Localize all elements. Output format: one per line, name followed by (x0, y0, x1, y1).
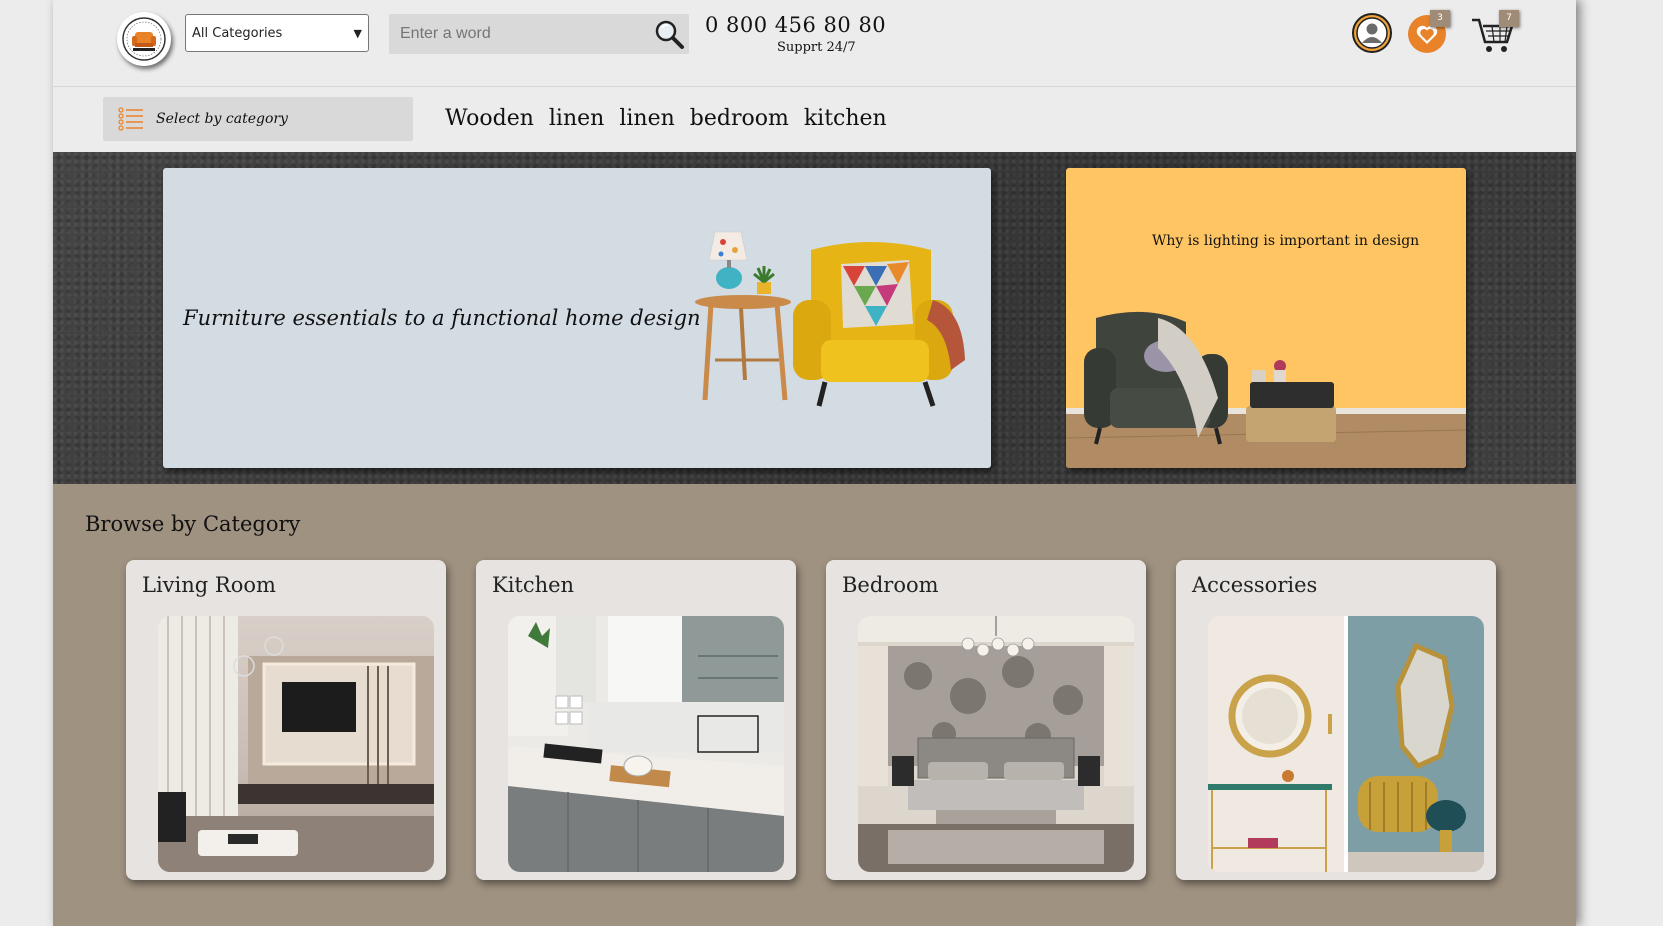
select-by-category-label: Select by category (156, 111, 288, 127)
accessories-illustration (1208, 616, 1484, 872)
hero-banner-side[interactable]: Why is lighting is important in design (1066, 168, 1466, 468)
category-card-title: Kitchen (492, 573, 575, 597)
living-room-image (158, 616, 434, 872)
category-card-title: Bedroom (842, 573, 939, 597)
browse-section: Browse by Category Living Room Kitchen B… (53, 484, 1576, 926)
cart-button[interactable]: 7 (1470, 10, 1522, 56)
select-by-category-button[interactable]: Select by category (103, 97, 413, 141)
hero-banner-main-text: Furniture essentials to a functional hom… (183, 306, 701, 330)
company-logo[interactable] (117, 12, 171, 66)
search-icon[interactable] (653, 18, 685, 50)
category-card-accessories[interactable]: Accessories (1176, 560, 1496, 880)
browse-title: Browse by Category (85, 512, 301, 536)
search-input[interactable] (398, 24, 642, 44)
cart-count-badge: 7 (1499, 10, 1519, 27)
category-select-value: All Categories (192, 25, 283, 41)
living-room-illustration (158, 616, 434, 872)
category-card-kitchen[interactable]: Kitchen (476, 560, 796, 880)
lounge-chair-image (1066, 311, 1466, 468)
main-menu: Wooden linen linen bedroom kitchen (445, 106, 902, 131)
wishlist-button[interactable]: 3 (1407, 10, 1453, 56)
list-menu-icon (118, 107, 143, 131)
chevron-down-icon: ▼ (353, 26, 362, 40)
bedroom-image (858, 616, 1134, 872)
category-card-bedroom[interactable]: Bedroom (826, 560, 1146, 880)
armchair-logo-icon (122, 17, 166, 61)
user-account-icon[interactable] (1351, 12, 1393, 54)
category-card-living-room[interactable]: Living Room (126, 560, 446, 880)
menu-item-wooden[interactable]: Wooden (445, 106, 534, 131)
category-card-title: Living Room (142, 573, 276, 597)
bedroom-illustration (858, 616, 1134, 872)
hero-banner-main[interactable]: Furniture essentials to a functional hom… (163, 168, 991, 468)
kitchen-image (508, 616, 784, 872)
page: All Categories ▼ 0 800 456 80 80 Supprt … (53, 0, 1576, 926)
menu-item-linen-2[interactable]: linen (619, 106, 674, 131)
hero-section: Furniture essentials to a functional hom… (53, 152, 1576, 484)
header: All Categories ▼ 0 800 456 80 80 Supprt … (53, 0, 1576, 87)
armchair-side-table-image (695, 231, 965, 407)
menu-item-linen[interactable]: linen (549, 106, 604, 131)
menu-item-kitchen[interactable]: kitchen (804, 106, 887, 131)
wishlist-count-badge: 3 (1430, 10, 1450, 27)
menu-item-bedroom[interactable]: bedroom (690, 106, 789, 131)
phone-number[interactable]: 0 800 456 80 80 (705, 13, 886, 37)
search-box (389, 14, 689, 54)
kitchen-illustration (508, 616, 784, 872)
category-select[interactable]: All Categories ▼ (185, 14, 369, 52)
accessories-image (1208, 616, 1484, 872)
category-card-title: Accessories (1192, 573, 1318, 597)
category-nav: Select by category Wooden linen linen be… (53, 87, 1576, 152)
hero-banner-side-text: Why is lighting is important in design (1152, 233, 1420, 249)
support-hours: Supprt 24/7 (777, 40, 856, 55)
